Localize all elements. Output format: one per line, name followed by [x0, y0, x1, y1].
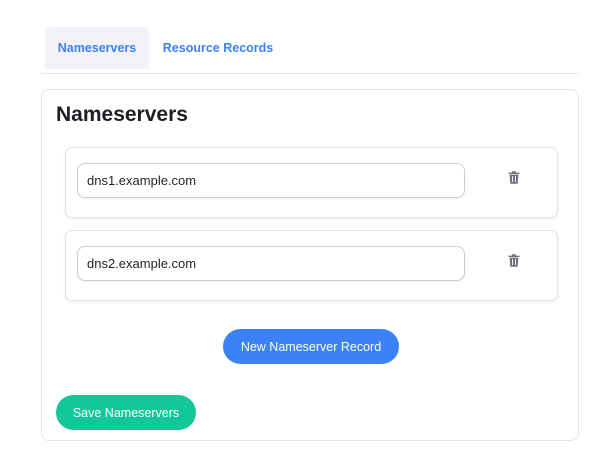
tab-nameservers[interactable]: Nameservers	[45, 27, 149, 69]
trash-icon[interactable]	[508, 254, 520, 267]
tab-resource-records[interactable]: Resource Records	[159, 27, 277, 69]
nameserver-record	[65, 230, 558, 301]
nameservers-panel: Nameservers New Nameserver Record Save N…	[41, 89, 579, 441]
nameserver-input[interactable]	[77, 163, 465, 198]
panel-title: Nameservers	[56, 103, 188, 126]
tab-bar: Nameservers Resource Records	[41, 27, 579, 74]
save-nameservers-button[interactable]: Save Nameservers	[56, 395, 196, 430]
nameserver-record	[65, 147, 558, 218]
trash-icon[interactable]	[508, 171, 520, 184]
nameserver-input[interactable]	[77, 246, 465, 281]
new-nameserver-record-button[interactable]: New Nameserver Record	[223, 329, 399, 364]
